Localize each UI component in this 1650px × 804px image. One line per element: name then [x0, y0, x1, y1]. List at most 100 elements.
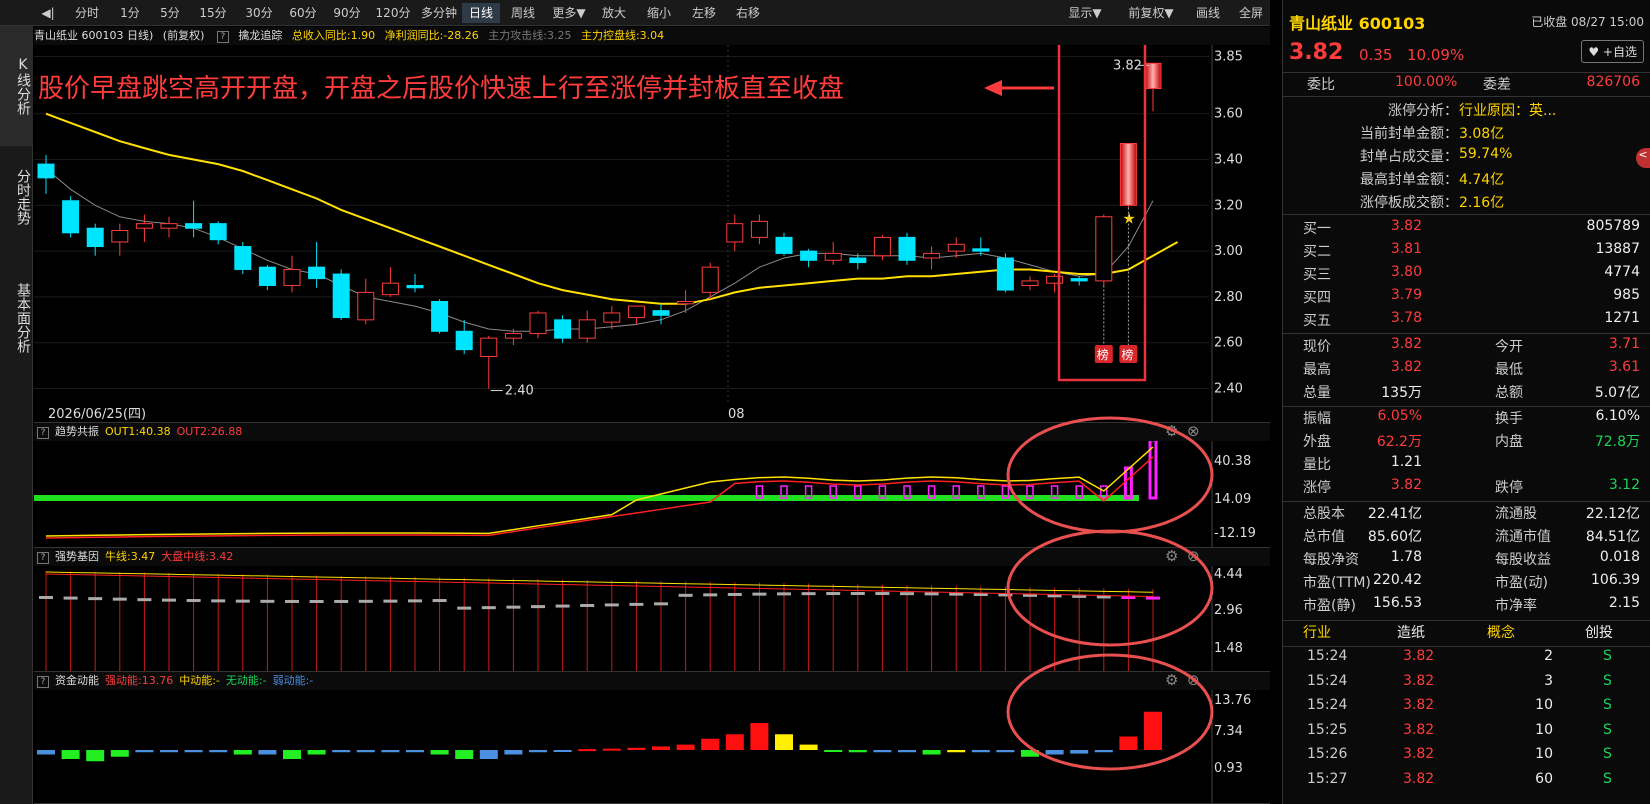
money-bar: [307, 750, 326, 755]
stat-label: 总量: [1303, 385, 1331, 401]
toolbar-btn-4[interactable]: 15分: [192, 3, 234, 23]
nav-tab-2[interactable]: 基本面分析: [0, 248, 33, 388]
stat-label: 量比: [1303, 457, 1331, 473]
stat-label: 每股收益: [1495, 552, 1551, 568]
stat-label: 总市值: [1303, 529, 1345, 545]
industry-item[interactable]: 造纸: [1397, 622, 1425, 642]
strong-tick: [358, 599, 373, 603]
toolbar-btn-7[interactable]: 90分: [326, 3, 368, 23]
toolbar-btn-2[interactable]: 1分: [112, 3, 148, 23]
tick-price: 3.82: [1403, 721, 1435, 738]
candle-body: [554, 319, 572, 339]
limit-label: 涨停分析：: [1388, 103, 1458, 119]
stat-value: 3.82: [1390, 359, 1422, 375]
toolbar-btn-5[interactable]: 30分: [238, 3, 280, 23]
limit-value: 4.74亿: [1459, 172, 1505, 188]
stat-value: 3.82: [1390, 336, 1422, 352]
toolbar-btn-16[interactable]: 右移: [728, 3, 768, 23]
panel-value: 无动能:-: [225, 674, 267, 687]
tick-price: 3.82: [1403, 746, 1435, 762]
money-bar: [135, 750, 154, 753]
strong-tick: [924, 592, 939, 596]
toolbar-btn-1[interactable]: 分时: [66, 3, 108, 23]
toolbar-btn-14[interactable]: 缩小: [638, 3, 680, 23]
help-icon[interactable]: ?: [37, 427, 49, 439]
stat-value: 22.12亿: [1585, 506, 1640, 522]
bid-volume: 4774: [1604, 264, 1640, 280]
bid-label: 买四: [1303, 290, 1331, 306]
toolbar-btn-12[interactable]: 更多▼: [548, 3, 590, 23]
stat-label: 内盘: [1495, 434, 1523, 450]
strong-tick: [506, 605, 521, 609]
bid-price: 3.79: [1390, 287, 1422, 303]
strong-tick: [875, 592, 890, 596]
stat-label: 跌停: [1495, 480, 1523, 496]
toolbar-btn-3[interactable]: 5分: [150, 3, 190, 23]
toolbar-btn-6[interactable]: 60分: [282, 3, 324, 23]
candle-body: [849, 257, 867, 264]
toolbar-right-btn-1[interactable]: 前复权▼: [1118, 3, 1184, 23]
industry-item[interactable]: 创投: [1585, 622, 1613, 642]
toolbar-right-btn-3[interactable]: 全屏: [1232, 3, 1270, 23]
toolbar-btn-9[interactable]: 多分钟: [418, 3, 460, 23]
money-bar: [553, 750, 572, 752]
help-icon[interactable]: ?: [216, 31, 229, 43]
bid-label: 买二: [1303, 244, 1331, 260]
price-change: 0.35: [1359, 46, 1393, 64]
candle-body: [135, 223, 153, 229]
bid-volume: 805789: [1586, 218, 1640, 234]
stat-value: 106.39: [1591, 572, 1640, 588]
toolbar-btn-0[interactable]: ◀|: [38, 3, 58, 23]
strong-tick: [703, 593, 718, 597]
money-bar: [37, 750, 55, 755]
strong-tick: [309, 600, 324, 603]
help-icon[interactable]: ?: [37, 676, 49, 688]
candle-body: [923, 252, 941, 259]
left-nav: K线分析 分时走势 基本面分析: [0, 26, 33, 804]
nav-tab-0[interactable]: K线分析: [0, 26, 33, 146]
indicator-f2: 净利润同比:-28.26: [384, 29, 479, 42]
tick-price: 3.82: [1403, 770, 1435, 787]
money-bar: [332, 750, 351, 753]
stat-value: 135万: [1381, 385, 1422, 401]
strong-tick: [826, 592, 841, 596]
candle-body: [308, 266, 326, 280]
strong-tick: [678, 593, 693, 597]
bid-price: 3.80: [1390, 264, 1422, 280]
stat-value: 6.10%: [1595, 408, 1640, 424]
toolbar: ◀| 分时 1分 5分 15分 30分 60分 90分 120分 多分钟 日线 周线 更多▼ 放大 缩小 左移…: [0, 0, 1270, 26]
toolbar-btn-11[interactable]: 周线: [502, 3, 544, 23]
highlight-circle: [1006, 416, 1214, 534]
help-icon[interactable]: ?: [37, 552, 49, 564]
toolbar-btn-10[interactable]: 日线: [462, 3, 500, 23]
candlestick-chart: 3.85 3.60 3.40 3.20 3.00 2.80 2.60 2.40 ★ 2.40 3.8…: [34, 45, 1243, 423]
nav-tab-1[interactable]: 分时走势: [0, 148, 33, 246]
toolbar-right-btn-0[interactable]: 显示▼: [1058, 3, 1112, 23]
add-watchlist-button[interactable]: ♥ +自选: [1581, 40, 1644, 63]
strong-tick: [604, 603, 619, 607]
stat-value: 3.12: [1608, 477, 1640, 493]
bull-line: [45, 571, 1154, 593]
strong-tick: [383, 599, 398, 603]
bid-volume: 985: [1613, 287, 1640, 303]
toolbar-right-btn-2[interactable]: 画线: [1188, 3, 1228, 23]
panel-value: 大盘中线:3.42: [161, 550, 234, 563]
money-bar: [430, 750, 449, 755]
strong-tick: [555, 604, 570, 608]
stat-label: 最高: [1303, 362, 1331, 378]
bid-label: 买五: [1303, 313, 1331, 329]
candle-body: [947, 243, 965, 252]
candle-body: [652, 310, 670, 316]
strong-tick: [432, 599, 447, 603]
expand-icon[interactable]: <: [1636, 148, 1650, 168]
toolbar-btn-8[interactable]: 120分: [372, 3, 414, 23]
strong-tick: [235, 599, 250, 603]
weicha-label: 委差: [1483, 77, 1511, 93]
toolbar-btn-13[interactable]: 放大: [594, 3, 634, 23]
tick-side: S: [1603, 648, 1612, 664]
strong-tick: [457, 606, 472, 610]
tick-price: 3.82: [1403, 648, 1435, 664]
toolbar-btn-15[interactable]: 左移: [684, 3, 724, 23]
rank-badge-label: 榜: [1121, 347, 1133, 362]
candle-body: [873, 236, 891, 257]
